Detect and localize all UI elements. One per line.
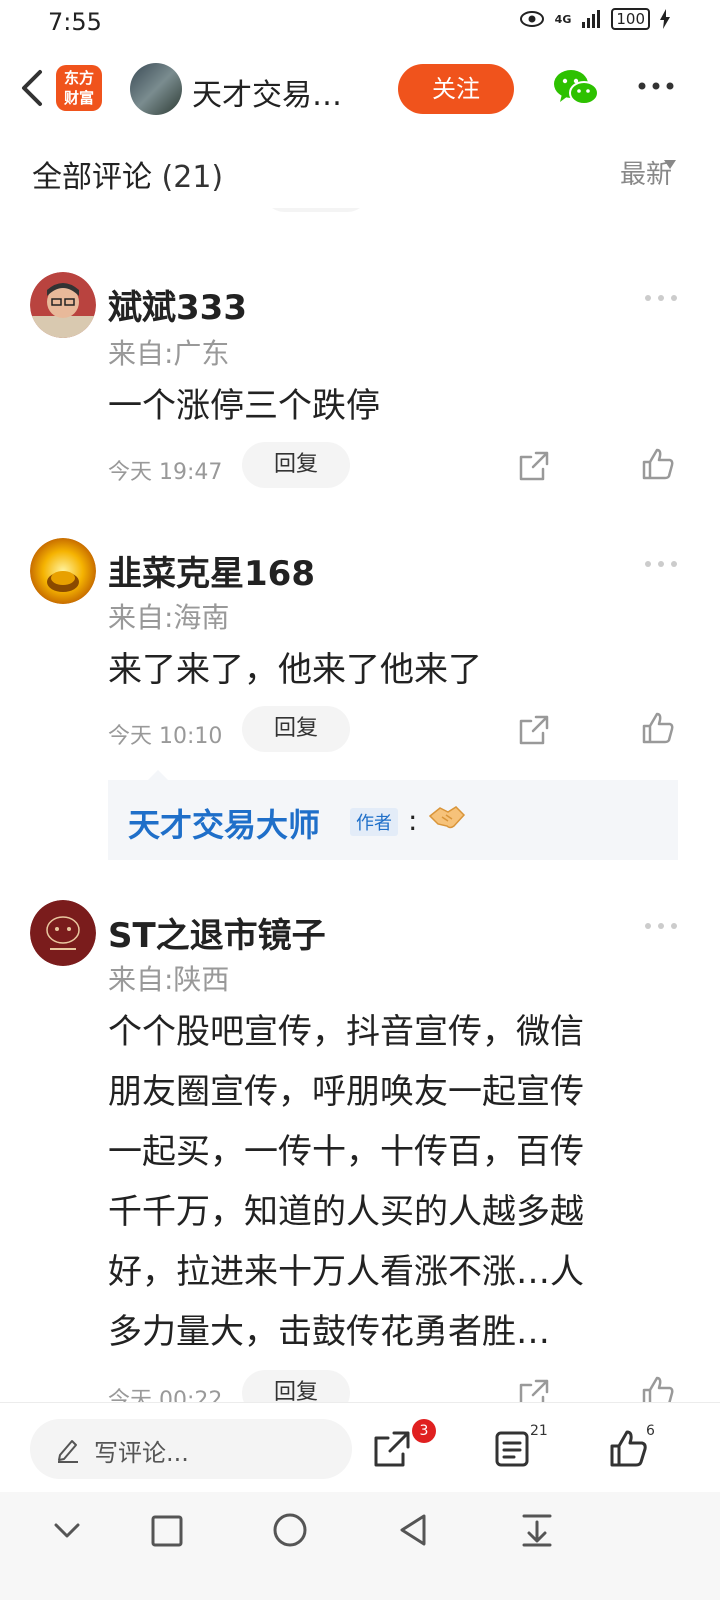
home-icon[interactable] <box>272 1512 308 1548</box>
user-location: 来自:陕西 <box>108 963 230 996</box>
back-icon[interactable] <box>396 1512 430 1548</box>
author-reply[interactable]: 天才交易大师 作者 : <box>108 780 678 860</box>
system-nav-bar <box>0 1492 720 1600</box>
comments-title: 全部评论 (21) <box>32 160 224 195</box>
user-avatar[interactable] <box>30 538 96 604</box>
reply-button[interactable]: 回复 <box>242 1370 350 1402</box>
reply-separator: : <box>408 804 418 837</box>
reply-button[interactable]: 回复 <box>242 706 350 752</box>
author-name[interactable]: 天才交易大师 <box>128 800 320 846</box>
network-label: 4G <box>554 12 572 26</box>
top-nav: 东方 财富 天才交易… 关注 <box>0 44 720 135</box>
username[interactable]: ST之退市镜子 <box>108 908 326 957</box>
write-comment-input[interactable]: 写评论... <box>30 1419 352 1479</box>
comment-time: 今天 10:10 <box>108 724 223 749</box>
recents-icon[interactable] <box>150 1514 184 1548</box>
author-avatar[interactable] <box>130 63 182 115</box>
comment-item: 斌斌333 来自:广东 一个涨停三个跌停 今天 19:47 回复 <box>0 270 720 500</box>
user-avatar[interactable] <box>30 900 96 966</box>
pencil-icon <box>58 1440 78 1463</box>
comments-header: 全部评论 (21) 最新 <box>0 134 720 208</box>
signal-icon <box>582 10 601 28</box>
more-options-icon[interactable] <box>644 560 678 568</box>
charging-icon <box>660 9 670 29</box>
status-icons: 4G 100 <box>519 8 670 30</box>
reply-button[interactable]: 回复 <box>242 442 350 488</box>
username[interactable]: 韭菜克星168 <box>108 546 315 595</box>
bottom-action-bar: 写评论... 3 21 6 <box>0 1402 720 1493</box>
follow-button[interactable]: 关注 <box>398 64 514 114</box>
status-bar: 7:55 4G 100 <box>0 0 720 44</box>
more-options-icon[interactable] <box>644 922 678 930</box>
comments-icon[interactable] <box>494 1429 532 1469</box>
app-logo[interactable]: 东方 财富 <box>56 65 102 111</box>
comment-time: 今天 19:47 <box>108 460 223 485</box>
comment-text: 一个涨停三个跌停 <box>108 386 380 426</box>
page-title[interactable]: 天才交易… <box>192 70 342 114</box>
share-icon[interactable] <box>516 448 552 484</box>
comment-text: 个个股吧宣传，抖音宣传，微信 朋友圈宣传，呼朋唤友一起宣传 一起买，一传十，十传… <box>108 1012 584 1352</box>
author-badge: 作者 <box>350 808 398 836</box>
more-options-icon[interactable] <box>644 294 678 302</box>
share-icon[interactable] <box>372 1429 412 1469</box>
handshake-icon <box>428 806 466 829</box>
status-time: 7:55 <box>48 8 102 36</box>
reply-bubble-pointer <box>148 770 168 780</box>
share-icon[interactable] <box>516 712 552 748</box>
share-count-badge: 3 <box>412 1419 436 1443</box>
comments-count: (21) <box>161 160 224 195</box>
share-icon[interactable] <box>516 1376 552 1402</box>
eye-icon <box>519 11 544 27</box>
like-icon[interactable] <box>640 1374 676 1402</box>
user-location: 来自:海南 <box>108 601 230 634</box>
back-arrow-icon[interactable] <box>14 66 54 110</box>
like-icon[interactable] <box>608 1427 648 1469</box>
wechat-icon[interactable] <box>552 66 600 110</box>
comment-count: 21 <box>530 1423 548 1439</box>
comment-time: 今天 00:22 <box>108 1388 223 1402</box>
user-avatar[interactable] <box>30 272 96 338</box>
comment-text: 来了来了，他来了他来了 <box>108 650 482 690</box>
comment-item: ST之退市镜子 来自:陕西 个个股吧宣传，抖音宣传，微信 朋友圈宣传，呼朋唤友一… <box>0 898 720 1402</box>
dropdown-caret-icon[interactable] <box>664 160 676 169</box>
download-icon[interactable] <box>520 1512 554 1548</box>
like-icon[interactable] <box>640 446 676 482</box>
write-comment-placeholder: 写评论... <box>94 1439 189 1467</box>
user-location: 来自:广东 <box>108 337 230 370</box>
username[interactable]: 斌斌333 <box>108 280 247 329</box>
like-count: 6 <box>646 1423 655 1439</box>
like-icon[interactable] <box>640 710 676 746</box>
more-icon[interactable] <box>636 80 676 92</box>
battery-indicator: 100 <box>611 8 650 30</box>
chevron-down-icon[interactable] <box>52 1518 82 1542</box>
comment-item: 韭菜克星168 来自:海南 来了来了，他来了他来了 今天 10:10 回复 <box>0 536 720 766</box>
